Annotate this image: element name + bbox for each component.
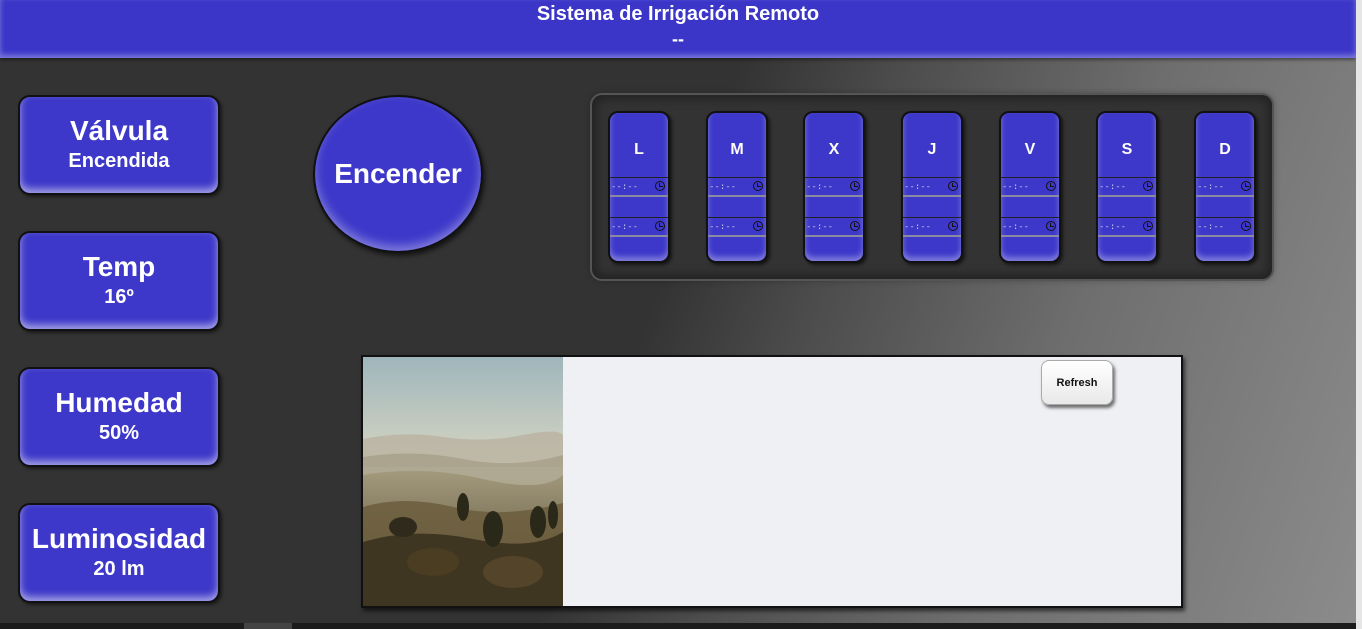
camera-image [363, 357, 563, 606]
scrollbar-thumb[interactable] [244, 623, 292, 629]
encender-button[interactable]: Encender [313, 95, 483, 253]
start-time-input[interactable]: --:-- [805, 177, 863, 197]
clock-icon[interactable] [1143, 181, 1153, 191]
time-placeholder: --:-- [1002, 222, 1030, 232]
start-time-input[interactable]: --:-- [903, 177, 961, 197]
time-placeholder: --:-- [806, 182, 834, 192]
day-column-d: D --:-- --:-- [1194, 111, 1256, 263]
temperature-value: 16º [104, 286, 134, 308]
end-time-input[interactable]: --:-- [610, 217, 668, 237]
time-placeholder: --:-- [1197, 222, 1225, 232]
time-placeholder: --:-- [1197, 182, 1225, 192]
horizontal-scrollbar[interactable] [0, 623, 1356, 629]
humidity-label: Humedad [55, 387, 183, 418]
start-time-input[interactable]: --:-- [1196, 177, 1254, 197]
valve-label: Válvula [69, 115, 169, 146]
humidity-value: 50% [98, 422, 140, 444]
clock-icon[interactable] [753, 221, 763, 231]
clock-icon[interactable] [850, 181, 860, 191]
luminosity-value: 20 lm [93, 558, 145, 580]
valve-value: Encendida [68, 150, 170, 172]
clock-icon[interactable] [1046, 221, 1056, 231]
time-placeholder: --:-- [709, 222, 737, 232]
time-placeholder: --:-- [709, 182, 737, 192]
luminosity-label: Luminosidad [31, 523, 207, 554]
time-placeholder: --:-- [904, 222, 932, 232]
end-time-input[interactable]: --:-- [708, 217, 766, 237]
page-title: Sistema de Irrigación Remoto [536, 3, 820, 25]
scrollbar-track[interactable] [1356, 0, 1362, 629]
landscape-photo [363, 357, 563, 606]
end-time-input[interactable]: --:-- [805, 217, 863, 237]
refresh-button[interactable]: Refresh [1041, 360, 1113, 405]
day-label: S [1121, 141, 1133, 158]
time-placeholder: --:-- [1002, 182, 1030, 192]
time-placeholder: --:-- [806, 222, 834, 232]
clock-icon[interactable] [948, 181, 958, 191]
start-time-input[interactable]: --:-- [1001, 177, 1059, 197]
day-column-s: S --:-- --:-- [1096, 111, 1158, 263]
start-time-input[interactable]: --:-- [610, 177, 668, 197]
time-placeholder: --:-- [611, 222, 639, 232]
day-column-v: V --:-- --:-- [999, 111, 1061, 263]
temperature-label: Temp [82, 251, 156, 282]
clock-icon[interactable] [655, 181, 665, 191]
camera-panel: Refresh [361, 355, 1183, 608]
clock-icon[interactable] [753, 181, 763, 191]
start-time-input[interactable]: --:-- [708, 177, 766, 197]
start-time-input[interactable]: --:-- [1098, 177, 1156, 197]
day-column-j: J --:-- --:-- [901, 111, 963, 263]
clock-icon[interactable] [1241, 221, 1251, 231]
page-subtitle: -- [672, 29, 684, 49]
day-column-l: L --:-- --:-- [608, 111, 670, 263]
time-placeholder: --:-- [904, 182, 932, 192]
day-label: X [828, 141, 840, 158]
clock-icon[interactable] [1046, 181, 1056, 191]
end-time-input[interactable]: --:-- [1196, 217, 1254, 237]
weekly-schedule-panel: L --:-- --:-- M --:-- --:-- X --:-- --:-… [592, 95, 1272, 279]
clock-icon[interactable] [1143, 221, 1153, 231]
valve-status-card: Válvula Encendida [18, 95, 220, 195]
luminosity-card: Luminosidad 20 lm [18, 503, 220, 603]
end-time-input[interactable]: --:-- [1098, 217, 1156, 237]
day-column-x: X --:-- --:-- [803, 111, 865, 263]
humidity-card: Humedad 50% [18, 367, 220, 467]
clock-icon[interactable] [948, 221, 958, 231]
end-time-input[interactable]: --:-- [903, 217, 961, 237]
time-placeholder: --:-- [1099, 222, 1127, 232]
clock-icon[interactable] [655, 221, 665, 231]
app-header: Sistema de Irrigación Remoto -- [0, 0, 1356, 58]
end-time-input[interactable]: --:-- [1001, 217, 1059, 237]
temperature-card: Temp 16º [18, 231, 220, 331]
day-label: V [1024, 141, 1036, 158]
day-column-m: M --:-- --:-- [706, 111, 768, 263]
day-label: J [927, 141, 937, 158]
clock-icon[interactable] [850, 221, 860, 231]
time-placeholder: --:-- [611, 182, 639, 192]
day-label: D [1219, 141, 1231, 158]
clock-icon[interactable] [1241, 181, 1251, 191]
day-label: M [730, 141, 744, 158]
time-placeholder: --:-- [1099, 182, 1127, 192]
day-label: L [634, 141, 644, 158]
